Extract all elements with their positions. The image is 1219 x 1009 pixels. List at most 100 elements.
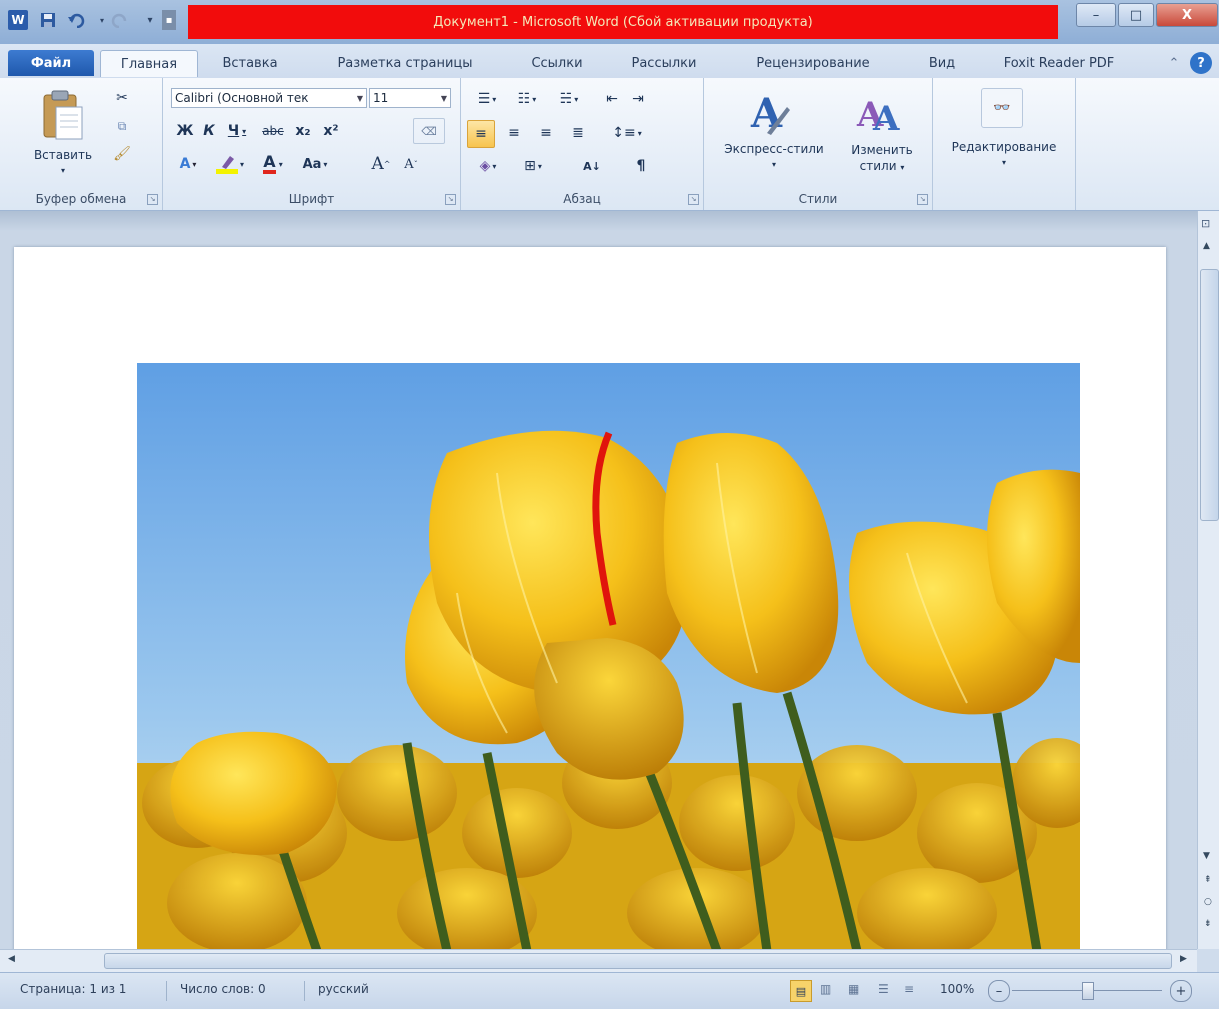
sort-icon[interactable]: A↓ — [579, 154, 605, 178]
font-name-select[interactable]: Calibri (Основной тек ▼ — [171, 88, 367, 108]
align-center-icon[interactable]: ≡ — [501, 120, 527, 146]
web-layout-icon[interactable]: ▦ — [848, 982, 859, 996]
format-painter-icon[interactable]: 🖌 — [112, 144, 132, 164]
superscript-button[interactable]: x² — [319, 120, 343, 142]
bullets-button[interactable]: ☰ ▾ — [469, 88, 505, 110]
scroll-down-icon[interactable]: ▼ — [1203, 851, 1210, 861]
borders-button[interactable]: ⊞ ▾ — [513, 154, 553, 178]
horizontal-scroll-thumb[interactable] — [104, 953, 1172, 969]
chevron-down-icon: ▾ — [1001, 158, 1006, 167]
browse-object-icon[interactable]: ○ — [1204, 897, 1212, 907]
change-styles-button[interactable]: Изменить стили ▾ — [842, 142, 922, 176]
outline-icon[interactable]: ☰ — [878, 982, 889, 996]
zoom-out-button[interactable]: – — [988, 980, 1010, 1002]
binoculars-icon[interactable]: 👓 — [981, 88, 1023, 128]
redo-icon[interactable] — [110, 10, 130, 30]
highlight-button[interactable]: ▾ — [209, 152, 249, 176]
tab-foxit[interactable]: Foxit Reader PDF — [984, 50, 1134, 76]
draft-icon[interactable]: ≡ — [904, 982, 914, 996]
close-label: X — [1181, 7, 1193, 23]
scroll-left-icon[interactable]: ◀ — [8, 954, 15, 964]
scroll-up-icon[interactable]: ▲ — [1203, 241, 1210, 251]
vertical-scroll-thumb[interactable] — [1200, 269, 1219, 521]
multilevel-list-button[interactable]: ☵ ▾ — [551, 88, 587, 110]
save-icon[interactable] — [38, 10, 58, 30]
tab-view[interactable]: Вид — [912, 50, 972, 76]
bold-button[interactable]: Ж — [175, 120, 195, 142]
full-screen-reading-icon[interactable]: ▥ — [820, 982, 831, 996]
next-page-icon[interactable]: ⇟ — [1204, 919, 1212, 929]
title-bar: W ▾ ▾ ▪ Документ1 - Microsoft Word (Сбой… — [0, 0, 1219, 44]
shading-button[interactable]: ◈ ▾ — [469, 154, 507, 178]
svg-text:A: A — [872, 99, 900, 136]
maximize-button[interactable]: □ — [1118, 3, 1154, 27]
paste-button[interactable]: Вставить ▾ — [22, 148, 104, 176]
justify-icon[interactable]: ≣ — [565, 120, 591, 146]
shrink-font-button[interactable]: Aˇ — [399, 152, 423, 176]
change-case-button[interactable]: Aa ▾ — [295, 152, 335, 176]
express-styles-icon[interactable]: A — [744, 86, 794, 140]
cut-icon[interactable]: ✂ — [112, 88, 132, 108]
express-styles-label: Экспресс-стили — [724, 142, 824, 156]
undo-dropdown-icon[interactable]: ▾ — [92, 10, 112, 30]
italic-button[interactable]: К — [199, 120, 219, 142]
separator-icon: ▪ — [162, 10, 176, 30]
grow-font-button[interactable]: A ^ — [369, 152, 393, 176]
word-count[interactable]: Число слов: 0 — [180, 982, 266, 996]
help-icon[interactable]: ? — [1190, 52, 1212, 74]
editing-button[interactable]: Редактирование ▾ — [937, 140, 1071, 168]
vertical-scrollbar[interactable]: ⊡ ▲ ▼ ⇞ ○ ⇟ — [1197, 211, 1219, 949]
font-label-text: Шрифт — [288, 192, 335, 206]
change-styles-icon[interactable]: AA — [852, 86, 908, 140]
underline-button[interactable]: Ч ▾ — [223, 120, 251, 142]
text-effects-button[interactable]: A ▾ — [173, 152, 203, 176]
ruler-toggle-icon[interactable]: ⊡ — [1201, 217, 1215, 231]
zoom-level[interactable]: 100% — [940, 982, 974, 996]
subscript-button[interactable]: x₂ — [291, 120, 315, 142]
close-button[interactable]: X — [1156, 3, 1218, 27]
tab-file[interactable]: Файл — [8, 50, 94, 76]
decrease-indent-icon[interactable]: ⇤ — [601, 88, 623, 110]
paragraph-launcher-icon[interactable]: ↘ — [688, 194, 699, 205]
clipboard-launcher-icon[interactable]: ↘ — [147, 194, 158, 205]
undo-icon[interactable] — [66, 10, 86, 30]
line-spacing-button[interactable]: ↕≡ ▾ — [609, 120, 645, 146]
language[interactable]: русский — [318, 982, 369, 996]
word-icon[interactable]: W — [8, 10, 28, 30]
previous-page-icon[interactable]: ⇞ — [1204, 875, 1212, 885]
tab-insert[interactable]: Вставка — [210, 50, 290, 76]
numbering-button[interactable]: ☷ ▾ — [509, 88, 545, 110]
font-color-button[interactable]: A ▾ — [255, 152, 291, 176]
page-count[interactable]: Страница: 1 из 1 — [20, 982, 126, 996]
zoom-slider-thumb[interactable] — [1082, 982, 1094, 1000]
font-size-select[interactable]: 11 ▼ — [369, 88, 451, 108]
show-marks-button[interactable]: ¶ — [629, 154, 653, 178]
tab-page-layout[interactable]: Разметка страницы — [310, 50, 500, 76]
scroll-right-icon[interactable]: ▶ — [1180, 954, 1187, 964]
print-layout-icon[interactable]: ▤ — [790, 980, 812, 1002]
tab-references[interactable]: Ссылки — [512, 50, 602, 76]
font-launcher-icon[interactable]: ↘ — [445, 194, 456, 205]
document-page[interactable] — [14, 247, 1166, 1007]
clear-formatting-icon[interactable]: ⌫ — [413, 118, 445, 144]
copy-icon[interactable]: ⧉ — [112, 116, 132, 136]
tab-file-label: Файл — [30, 55, 72, 71]
minimize-ribbon-icon[interactable]: ⌃ — [1164, 50, 1184, 76]
align-left-icon[interactable]: ≡ — [467, 120, 495, 148]
paste-icon[interactable] — [28, 86, 98, 146]
align-right-icon[interactable]: ≡ — [533, 120, 559, 146]
tab-review[interactable]: Рецензирование — [728, 50, 898, 76]
tab-home[interactable]: Главная — [100, 50, 198, 77]
styles-launcher-icon[interactable]: ↘ — [917, 194, 928, 205]
italic-label: К — [203, 123, 215, 139]
tab-mailings[interactable]: Рассылки — [614, 50, 714, 76]
minimize-button[interactable]: – — [1076, 3, 1116, 27]
paste-dropdown-icon: ▾ — [60, 166, 65, 175]
horizontal-scrollbar[interactable]: ◀ ▶ — [0, 949, 1197, 972]
status-bar: Страница: 1 из 1 Число слов: 0 русский ▤… — [0, 972, 1219, 1009]
strikethrough-button[interactable]: abc — [257, 120, 289, 142]
customize-icon[interactable]: ▾ — [140, 10, 160, 30]
increase-indent-icon[interactable]: ⇥ — [627, 88, 649, 110]
express-styles-button[interactable]: Экспресс-стили ▾ — [710, 142, 838, 170]
zoom-in-button[interactable]: + — [1170, 980, 1192, 1002]
